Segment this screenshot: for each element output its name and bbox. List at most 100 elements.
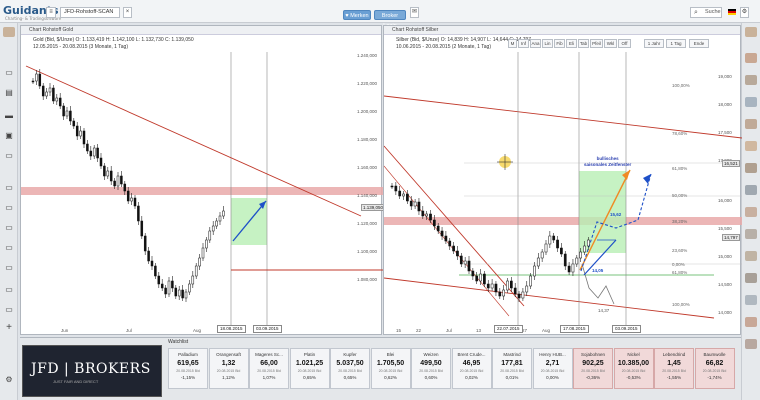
user-avatar-5[interactable] xyxy=(745,119,757,129)
watchlist-tile[interactable]: Lebendrind 1,45 20.08.2015 Bid -1,55% xyxy=(654,348,694,389)
monitor-icon-4[interactable]: ▭ xyxy=(3,243,15,253)
add-icon[interactable]: + xyxy=(3,323,15,333)
monitor-icon-6[interactable]: ▭ xyxy=(3,285,15,295)
user-avatar[interactable] xyxy=(745,27,757,37)
workspace-tab[interactable]: JFD-Rohstoff-SCAN xyxy=(60,7,120,18)
list-icon[interactable]: ▤ xyxy=(3,88,15,98)
last-price-tag: 1.139,050 xyxy=(361,204,386,211)
watchlist-tile[interactable]: Weizen 499,50 20.08.2015 Bid 0,60% xyxy=(411,348,451,389)
flag-de-icon[interactable] xyxy=(728,9,736,15)
toolbar-button[interactable]: Wkl xyxy=(604,39,617,48)
toolbar-button[interactable]: Lin xyxy=(542,39,553,48)
user-avatar-11[interactable] xyxy=(745,251,757,261)
watchlist-tile[interactable]: Kupfer 5.037,50 20.08.2015 Bid 0,65% xyxy=(330,348,370,389)
toolbar-button[interactable]: 1 Jahr xyxy=(644,39,664,48)
watchlist-tile[interactable]: Platin 1.021,25 20.08.2015 Bid 0,65% xyxy=(289,348,330,389)
candle xyxy=(130,197,133,202)
trendline-channel-top xyxy=(384,145,525,307)
search-input[interactable]: ⌕ Suche xyxy=(690,7,722,18)
candle xyxy=(171,280,174,289)
silver-chart-canvas[interactable] xyxy=(384,26,742,336)
monitor-icon-7[interactable]: ▭ xyxy=(3,305,15,315)
candle xyxy=(413,201,417,207)
candle xyxy=(126,190,130,202)
toolbar-button[interactable]: Fib xyxy=(554,39,565,48)
watchlist-tile[interactable]: Brent Crude... 46,95 20.08.2015 Bid 0,02% xyxy=(451,348,492,389)
briefcase-icon[interactable]: ▣ xyxy=(3,131,15,141)
fib-label: 38,20% xyxy=(672,219,688,224)
tile-change: -1,15% xyxy=(180,375,196,380)
watchlist-tile[interactable]: Blei 1.705,50 20.08.2015 Bid 0,62% xyxy=(370,348,411,389)
tile-name: Palladium xyxy=(178,352,198,357)
watchlist-tile[interactable]: Nickel 10.385,00 20.08.2015 Bid -0,53% xyxy=(613,348,654,389)
candle xyxy=(390,185,394,188)
toolbar-button[interactable]: Pfeil xyxy=(590,39,603,48)
candle xyxy=(137,205,140,222)
user-avatar-8[interactable] xyxy=(745,185,757,195)
watchlist-tile[interactable]: Palladium 619,65 20.08.2015 Bid -1,15% xyxy=(168,348,208,389)
tile-change: 0,02% xyxy=(465,375,478,380)
tile-change: 0,00% xyxy=(546,375,559,380)
monitor-icon-5[interactable]: ▭ xyxy=(3,263,15,273)
y-tick: 14,000 xyxy=(718,310,732,315)
y-tick: 1.080,000 xyxy=(357,277,378,282)
monitor-icon[interactable]: ▭ xyxy=(3,183,15,193)
y-tick: 18,000 xyxy=(718,102,732,107)
x-tick: Jul xyxy=(126,328,132,333)
x-tick: Aug xyxy=(542,328,551,333)
broker-login-button[interactable]: Broker Login xyxy=(374,10,406,29)
settings-icon[interactable]: ⚙ xyxy=(740,7,749,18)
user-avatar-14[interactable] xyxy=(745,317,757,327)
user-avatar-6[interactable] xyxy=(745,141,757,151)
user-avatar-7[interactable] xyxy=(745,163,757,173)
gear-icon[interactable]: ⚙ xyxy=(3,375,15,385)
toolbar-button[interactable]: Ende xyxy=(689,39,709,48)
user-avatar-12[interactable] xyxy=(745,273,757,283)
tile-value: 46,95 xyxy=(462,360,481,367)
mail-icon[interactable]: ✉ xyxy=(410,7,419,18)
tile-name: Mastrind xyxy=(503,352,521,357)
close-tab-icon[interactable]: × xyxy=(123,7,132,18)
candle xyxy=(433,219,436,227)
fib-label: 78,60% xyxy=(672,131,688,136)
watchlist-tile[interactable]: Orangensaft 1,32 20.08.2015 Bid 1,12% xyxy=(208,348,249,389)
broker-banner[interactable]: JFD | BROKERS JUST FAIR AND DIRECT xyxy=(22,345,162,397)
chart-icon[interactable]: ▭ xyxy=(3,68,15,78)
monitor-icon-2[interactable]: ▭ xyxy=(3,203,15,213)
user-avatar-13[interactable] xyxy=(745,295,757,305)
watchlist-tile[interactable]: Mageres Sc... 66,00 20.08.2015 Bid 1,07% xyxy=(249,348,289,389)
candle xyxy=(150,260,154,267)
toolbar-button[interactable]: 1 Tag xyxy=(666,39,686,48)
monitor-icon-3[interactable]: ▭ xyxy=(3,223,15,233)
toolbar-button[interactable]: Inf xyxy=(518,39,529,48)
news-icon[interactable]: ▭ xyxy=(3,151,15,161)
x-tick: 22 xyxy=(416,328,422,333)
menu-button[interactable]: ≡ xyxy=(46,7,56,18)
favorite-button[interactable]: ♥ Merken xyxy=(343,10,371,20)
watchlist-tile[interactable]: Henry HUB... 2,71 20.08.2015 Bid 0,00% xyxy=(532,348,573,389)
folder-icon[interactable]: ▬ xyxy=(3,111,15,121)
user-avatar-4[interactable] xyxy=(745,97,757,107)
avatar[interactable] xyxy=(3,27,15,37)
fib-label: 0,00% xyxy=(672,262,685,267)
user-avatar-9[interactable] xyxy=(745,207,757,217)
watchlist-tile[interactable]: Sojabohnen 902,25 20.08.2015 Bid -0,36% xyxy=(573,348,613,389)
watchlist-tile[interactable]: Mastrind 177,81 20.08.2015 Bid 0,01% xyxy=(492,348,532,389)
user-avatar-3[interactable] xyxy=(745,75,757,85)
toolbar-button[interactable]: Tab xyxy=(578,39,589,48)
user-avatar-10[interactable] xyxy=(745,229,757,239)
tile-change: 0,62% xyxy=(384,375,397,380)
tile-date: 20.08.2015 Bid xyxy=(702,369,727,373)
gold-chart-canvas[interactable] xyxy=(21,26,383,336)
user-avatar-2[interactable] xyxy=(745,53,757,63)
user-avatar-15[interactable] xyxy=(745,339,757,349)
toolbar-button[interactable]: Ana xyxy=(530,39,541,48)
x-date-label: 18.08.2015 xyxy=(217,325,246,333)
watchlist-tile[interactable]: Baumwolle 66,82 20.08.2015 Bid -1,74% xyxy=(694,348,735,389)
candle xyxy=(106,170,110,177)
toolbar-button[interactable]: M xyxy=(508,39,517,48)
toolbar-button[interactable]: Off xyxy=(618,39,631,48)
candle xyxy=(96,147,99,159)
toolbar-button[interactable]: Eli xyxy=(566,39,577,48)
candle xyxy=(31,80,35,83)
